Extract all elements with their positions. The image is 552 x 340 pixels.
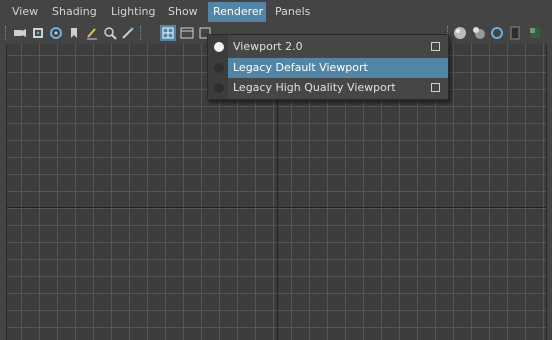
shading-sphere-icon[interactable]	[452, 25, 468, 41]
panel-menubar: View Shading Lighting Show Renderer Pane…	[0, 0, 552, 23]
menu-item-label: Legacy Default Viewport	[233, 61, 368, 74]
menu-lighting[interactable]: Lighting	[106, 2, 160, 22]
option-box-icon[interactable]	[431, 42, 440, 51]
bookmark-icon[interactable]	[66, 25, 82, 41]
film-gate-icon[interactable]	[179, 25, 195, 41]
menu-view[interactable]: View	[7, 2, 43, 22]
menu-item-label: Legacy High Quality Viewport	[233, 81, 396, 94]
textures-icon[interactable]	[527, 25, 543, 41]
menu-renderer[interactable]: Renderer	[208, 2, 266, 22]
menu-item-label: Viewport 2.0	[233, 40, 303, 53]
radio-selected-icon	[214, 42, 224, 52]
camera-icon[interactable]	[12, 25, 28, 41]
menu-panels[interactable]: Panels	[270, 2, 315, 22]
pencil-icon[interactable]	[120, 25, 136, 41]
renderer-dropdown-menu: Viewport 2.0 Legacy Default Viewport Leg…	[207, 34, 449, 100]
lighting-sphere-icon[interactable]	[471, 25, 487, 41]
toolbar-separator	[140, 26, 144, 40]
menu-shading[interactable]: Shading	[47, 2, 102, 22]
grid-axis-horizontal	[7, 207, 546, 208]
menu-item-legacy-high-quality-viewport[interactable]: Legacy High Quality Viewport	[208, 78, 448, 98]
grease-pencil-icon[interactable]	[84, 25, 100, 41]
isolate-select-icon[interactable]	[489, 25, 505, 41]
menu-show[interactable]: Show	[163, 2, 203, 22]
grid-icon[interactable]	[160, 25, 176, 41]
image-plane-icon[interactable]	[48, 25, 64, 41]
option-box-icon[interactable]	[431, 83, 440, 92]
toolbar-handle[interactable]	[5, 26, 9, 40]
menu-item-legacy-default-viewport[interactable]: Legacy Default Viewport	[208, 58, 448, 78]
menu-item-viewport-2[interactable]: Viewport 2.0	[208, 37, 448, 57]
camera-attributes-icon[interactable]	[30, 25, 46, 41]
2d-pan-zoom-icon[interactable]	[102, 25, 118, 41]
radio-unselected-icon	[214, 83, 224, 93]
radio-unselected-icon	[214, 63, 224, 73]
xray-icon[interactable]	[507, 25, 523, 41]
